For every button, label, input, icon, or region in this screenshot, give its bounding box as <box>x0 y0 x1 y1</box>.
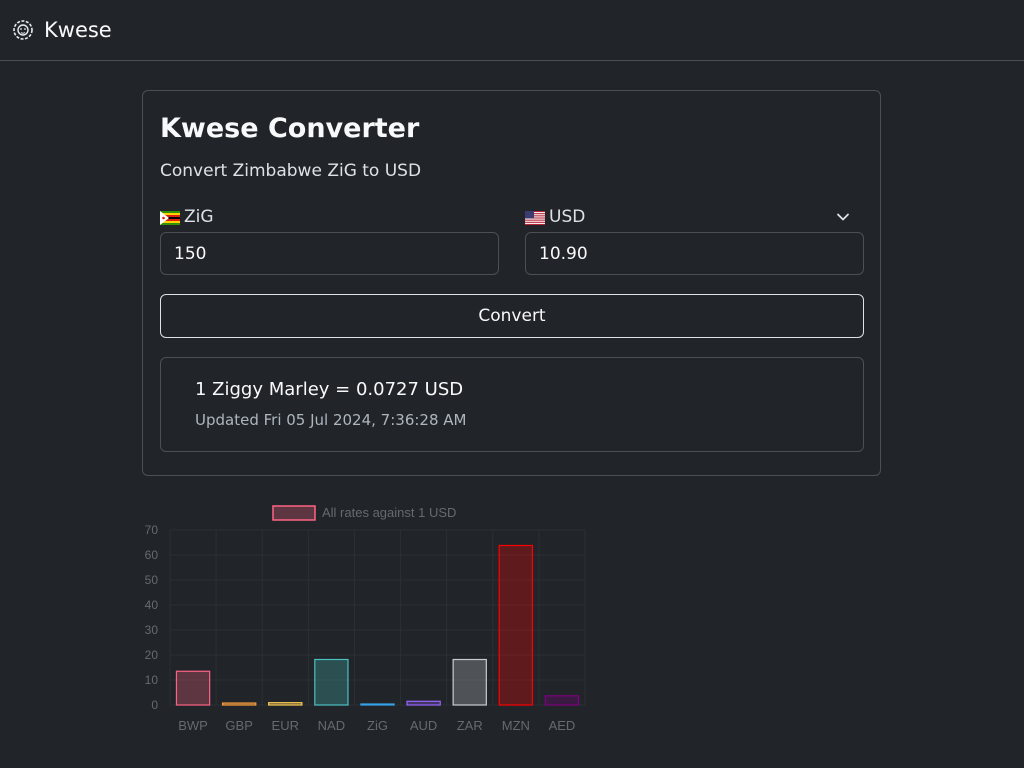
y-axis-ticks: 0 10 20 30 40 50 60 70 <box>145 523 159 712</box>
y-tick-label: 10 <box>145 673 159 687</box>
bar-zig[interactable] <box>360 703 395 706</box>
x-tick-label: ZiG <box>367 718 388 733</box>
bar-zar[interactable] <box>452 658 487 706</box>
bar-gbp[interactable] <box>221 702 257 706</box>
card-subtitle: Convert Zimbabwe ZiG to USD <box>160 161 422 181</box>
navbar: Kwese <box>0 0 1024 61</box>
x-tick-label: EUR <box>272 718 299 733</box>
zimbabwe-flag-icon <box>160 210 180 225</box>
bar-nad[interactable] <box>314 658 349 706</box>
y-tick-label: 50 <box>145 573 159 587</box>
bar-eur[interactable] <box>268 702 303 706</box>
y-tick-label: 60 <box>145 548 159 562</box>
x-tick-label: AUD <box>410 718 437 733</box>
x-axis-ticks: BWP GBP EUR NAD ZiG AUD ZAR MZN AED <box>178 718 575 733</box>
y-tick-label: 20 <box>145 648 159 662</box>
bar-aud[interactable] <box>406 700 441 706</box>
chart-legend[interactable]: All rates against 1 USD <box>272 505 456 521</box>
chevron-down-icon[interactable] <box>836 209 850 223</box>
to-currency-label[interactable]: USD <box>525 207 585 227</box>
x-tick-label: MZN <box>502 718 530 733</box>
x-tick-label: AED <box>549 718 576 733</box>
from-currency-code: ZiG <box>184 207 214 227</box>
y-tick-label: 30 <box>145 623 159 637</box>
brand-name[interactable]: Kwese <box>44 18 112 42</box>
to-currency-code: USD <box>549 207 586 227</box>
result-panel: 1 Ziggy Marley = 0.0727 USD Updated Fri … <box>160 357 864 452</box>
y-tick-label: 0 <box>151 698 158 712</box>
legend-label: All rates against 1 USD <box>322 505 456 520</box>
lion-icon[interactable] <box>12 19 34 41</box>
converter-card: Kwese Converter Convert Zimbabwe ZiG to … <box>142 90 881 476</box>
x-tick-label: BWP <box>178 718 208 733</box>
updated-timestamp: Updated Fri 05 Jul 2024, 7:36:28 AM <box>195 411 467 429</box>
exchange-rate-text: 1 Ziggy Marley = 0.0727 USD <box>195 379 464 400</box>
card-title: Kwese Converter <box>160 113 420 144</box>
usd-amount-input[interactable] <box>525 232 864 275</box>
chart-bars <box>175 544 580 706</box>
bar-mzn[interactable] <box>498 544 534 706</box>
from-currency-label: ZiG <box>160 207 214 227</box>
bar-aed[interactable] <box>544 695 580 706</box>
bar-bwp[interactable] <box>175 670 211 706</box>
x-tick-label: GBP <box>225 718 252 733</box>
x-tick-label: ZAR <box>457 718 483 733</box>
convert-button[interactable]: Convert <box>160 294 864 338</box>
legend-swatch <box>272 505 316 521</box>
y-tick-label: 40 <box>145 598 159 612</box>
y-tick-label: 70 <box>145 523 159 537</box>
x-tick-label: NAD <box>318 718 345 733</box>
rates-bar-chart: All rates against 1 USD 010203040506070 … <box>145 505 586 733</box>
us-flag-icon <box>525 210 545 225</box>
zig-amount-input[interactable] <box>160 232 499 275</box>
